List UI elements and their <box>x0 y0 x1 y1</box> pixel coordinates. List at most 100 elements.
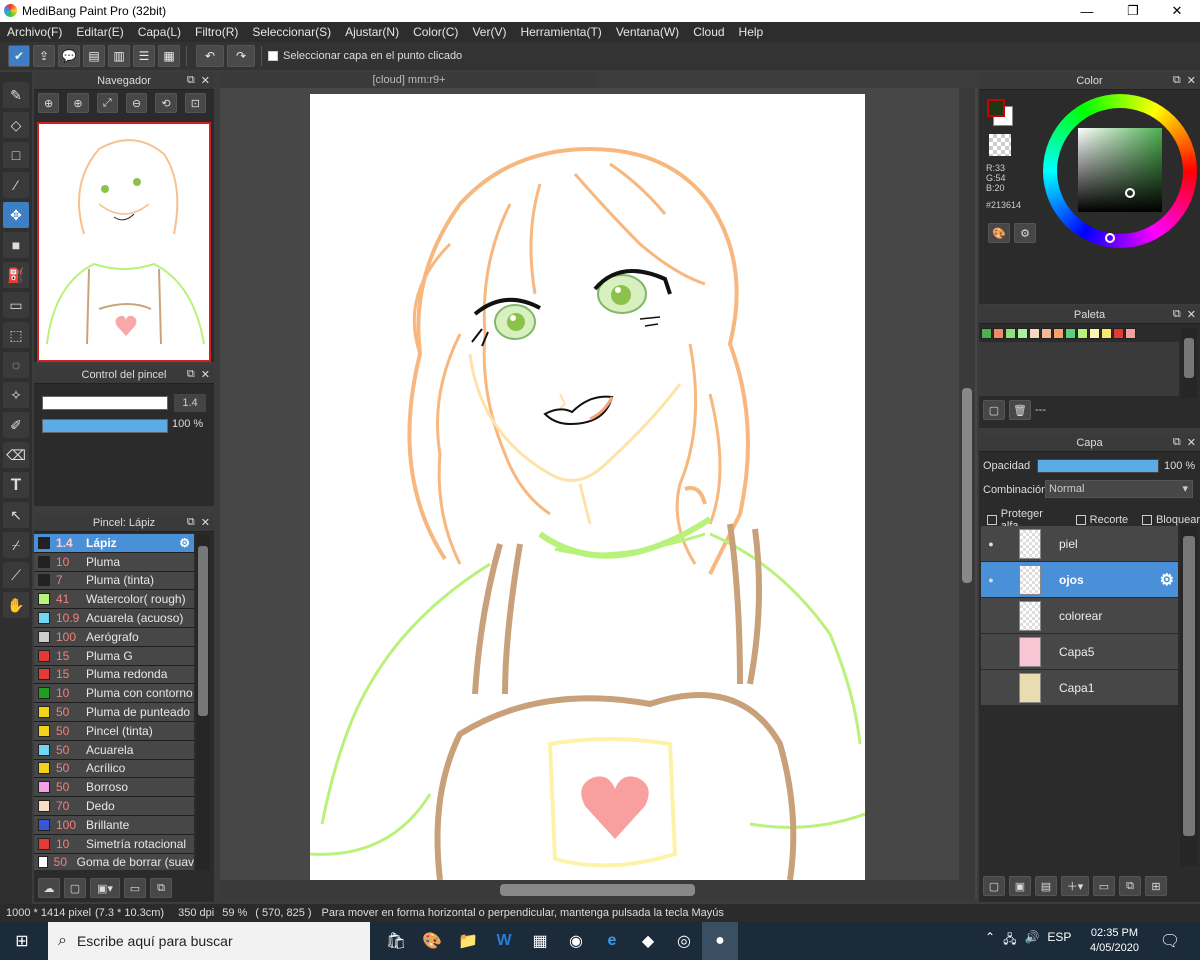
brush-list-scrollbar[interactable] <box>196 534 210 870</box>
brush-item[interactable]: 50 Acrílico <box>34 759 194 779</box>
folder-icon[interactable]: ▭ <box>124 878 146 898</box>
menu-help[interactable]: Help <box>732 25 771 39</box>
palette-swatch[interactable] <box>1113 328 1124 339</box>
scrollbar-thumb[interactable] <box>1184 338 1194 378</box>
layer-row[interactable]: Capa5 <box>981 634 1178 670</box>
brush-opacity-slider[interactable] <box>42 419 168 433</box>
navigator-preview[interactable] <box>37 122 211 362</box>
rectangle-tool-icon[interactable]: □ <box>3 142 29 168</box>
palette-swatch[interactable] <box>1077 328 1088 339</box>
medibang-taskbar-icon[interactable]: ● <box>702 922 738 960</box>
brush-item[interactable]: 1.4 Lápiz ⚙ <box>34 534 194 553</box>
palette-swatch[interactable] <box>1029 328 1040 339</box>
canvas-area[interactable] <box>220 88 977 898</box>
brush-item[interactable]: 15 Pluma redonda <box>34 665 194 685</box>
operation-tool-icon[interactable]: ↖ <box>3 502 29 528</box>
eraser-tool-icon[interactable]: ◇ <box>3 112 29 138</box>
select-pen-icon[interactable]: ✐ <box>3 412 29 438</box>
message-icon[interactable]: ▤ <box>83 45 105 67</box>
gradient-icon[interactable]: ▭ <box>3 292 29 318</box>
notifications-icon[interactable]: 🗨 <box>1152 922 1188 960</box>
scrollbar-thumb[interactable] <box>198 546 208 716</box>
transparent-color-swatch[interactable] <box>989 134 1011 156</box>
palette-swatch[interactable] <box>993 328 1004 339</box>
add-layer-menu-icon[interactable]: ＋▾ <box>1061 876 1089 896</box>
hue-wheel[interactable] <box>1043 94 1197 248</box>
undock-icon[interactable]: ⧉ <box>187 516 195 529</box>
paint-app-icon[interactable]: 🎨 <box>414 922 450 960</box>
brush-size-value[interactable]: 1.4 <box>174 394 206 412</box>
move-tool-icon[interactable]: ✥ <box>3 202 29 228</box>
app-icon-generic[interactable]: ◆ <box>630 922 666 960</box>
brush-item[interactable]: 10.9 Acuarela (acuoso) <box>34 609 194 628</box>
document-icon[interactable]: ▥ <box>108 45 130 67</box>
upload-icon[interactable]: ⇪ <box>33 45 55 67</box>
brush-item[interactable]: 70 Dedo <box>34 797 194 816</box>
rotate-icon[interactable]: ⟲ <box>155 93 177 113</box>
flip-icon[interactable]: ⊡ <box>184 93 206 113</box>
menu-cloud[interactable]: Cloud <box>686 25 731 39</box>
bucket-icon[interactable]: ⛽ <box>3 262 29 288</box>
canvas-horizontal-scrollbar[interactable] <box>220 880 975 900</box>
close-panel-icon[interactable]: ✕ <box>201 74 210 87</box>
knife-icon[interactable]: ⟋ <box>3 562 29 588</box>
brush-item[interactable]: 50 Pincel (tinta) <box>34 721 194 741</box>
duplicate-layer-icon[interactable]: ⧉ <box>1119 876 1141 896</box>
word-icon[interactable]: W <box>486 922 522 960</box>
hand-tool-icon[interactable]: ✋ <box>3 592 29 618</box>
scrollbar-thumb[interactable] <box>500 884 695 896</box>
palette-swatch[interactable] <box>1017 328 1028 339</box>
maximize-button[interactable]: ❐ <box>1110 0 1156 22</box>
new-layer-icon[interactable]: ▢ <box>983 876 1005 896</box>
protect-alpha-checkbox[interactable] <box>987 515 997 525</box>
brush-item[interactable]: 15 Pluma G <box>34 646 194 666</box>
brush-options-icon[interactable]: ▣▾ <box>90 878 120 898</box>
language-indicator[interactable]: ESP <box>1047 930 1071 951</box>
brush-item[interactable]: 100 Aerógrafo <box>34 627 194 647</box>
saturation-value-square[interactable] <box>1078 128 1162 212</box>
close-button[interactable]: ✕ <box>1154 0 1200 22</box>
close-panel-icon[interactable]: ✕ <box>201 516 210 529</box>
foreground-color-swatch[interactable] <box>987 99 1005 117</box>
palette-swatch[interactable] <box>1053 328 1064 339</box>
network-icon[interactable]: 🖧 <box>1003 930 1016 951</box>
palette-swatch[interactable] <box>1065 328 1076 339</box>
palette-swatch[interactable] <box>1101 328 1112 339</box>
layer-row[interactable]: ● ojos ⚙ <box>981 562 1178 598</box>
brush-item[interactable]: 50 Borroso <box>34 778 194 798</box>
select-layer-checkbox[interactable] <box>268 51 278 61</box>
volume-icon[interactable]: 🔊 <box>1024 930 1039 951</box>
magic-wand-icon[interactable]: ✧ <box>3 382 29 408</box>
menu-ventana[interactable]: Ventana(W) <box>609 25 686 39</box>
taskbar-search[interactable]: ⌕ Escribe aquí para buscar <box>48 922 370 960</box>
brush-item[interactable]: 10 Simetría rotacional <box>34 834 194 854</box>
redo-icon[interactable]: ↷ <box>227 45 255 67</box>
menu-color[interactable]: Color(C) <box>406 25 465 39</box>
close-panel-icon[interactable]: ✕ <box>1187 74 1196 87</box>
menu-seleccionar[interactable]: Seleccionar(S) <box>245 25 338 39</box>
menu-capa[interactable]: Capa(L) <box>131 25 188 39</box>
hue-handle[interactable] <box>1105 233 1115 243</box>
brush-item[interactable]: 50 Pluma de punteado <box>34 703 194 722</box>
edge-icon[interactable]: e <box>594 922 630 960</box>
undock-icon[interactable]: ⧉ <box>1173 74 1181 87</box>
add-cloud-brush-icon[interactable]: ☁ <box>38 878 60 898</box>
brush-item[interactable]: 50 Goma de borrar (suav <box>34 853 194 870</box>
palette-swatch[interactable] <box>1005 328 1016 339</box>
canvas-tab[interactable]: [cloud] mm:r9+ <box>220 72 598 88</box>
merge-layer-icon[interactable]: ⊞ <box>1145 876 1167 896</box>
fill-shape-icon[interactable]: ■ <box>3 232 29 258</box>
visibility-icon[interactable]: ● <box>981 539 1001 549</box>
text-tool-icon[interactable]: T <box>3 472 29 498</box>
visibility-icon[interactable]: ● <box>981 575 1001 585</box>
lasso-icon[interactable]: ◌ <box>3 352 29 378</box>
undo-icon[interactable]: ↶ <box>196 45 224 67</box>
brush-item[interactable]: 50 Acuarela <box>34 740 194 760</box>
select-rect-icon[interactable]: ⬚ <box>3 322 29 348</box>
select-eraser-icon[interactable]: ⌫ <box>3 442 29 468</box>
zoom-in-icon[interactable]: ⊕ <box>67 93 89 113</box>
new-8bit-layer-icon[interactable]: ▣ <box>1009 876 1031 896</box>
chrome-alt-icon[interactable]: ◎ <box>666 922 702 960</box>
calculator-icon[interactable]: ▦ <box>522 922 558 960</box>
menu-ver[interactable]: Ver(V) <box>465 25 513 39</box>
